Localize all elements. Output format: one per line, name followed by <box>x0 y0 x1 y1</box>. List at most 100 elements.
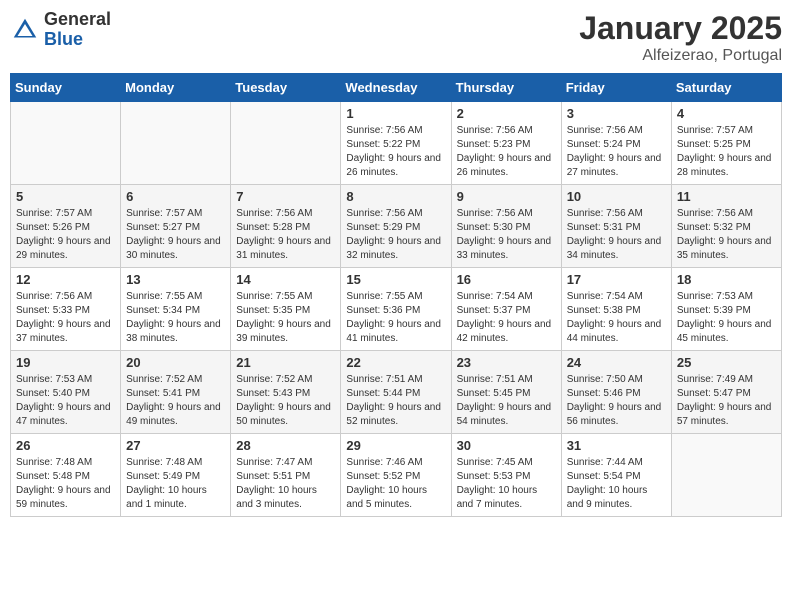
day-number: 29 <box>346 438 445 453</box>
day-info: Sunrise: 7:53 AM Sunset: 5:40 PM Dayligh… <box>16 373 115 429</box>
logo: General Blue <box>10 10 111 50</box>
calendar-cell <box>671 434 781 517</box>
logo-icon <box>10 15 40 45</box>
day-info: Sunrise: 7:44 AM Sunset: 5:54 PM Dayligh… <box>567 456 666 512</box>
calendar-cell: 24Sunrise: 7:50 AM Sunset: 5:46 PM Dayli… <box>561 351 671 434</box>
calendar-cell: 1 Sunrise: 7:56 AM Sunset: 5:22 PM Daylig… <box>341 102 451 185</box>
calendar-cell: 25 Sunrise: 7:49 AM Sunset: 5:47 PM Dayli… <box>671 351 781 434</box>
day-number: 27 <box>126 438 225 453</box>
calendar-cell: 12 Sunrise: 7:56 AM Sunset: 5:33 PM Dayli… <box>11 268 121 351</box>
week-row-2: 5 Sunrise: 7:57 AM Sunset: 5:26 PM Daylig… <box>11 185 782 268</box>
day-number: 10 <box>567 189 666 204</box>
calendar-cell: 16 Sunrise: 7:54 AM Sunset: 5:37 PM Dayli… <box>451 268 561 351</box>
day-info: Sunrise: 7:56 AM Sunset: 5:33 PM Dayligh… <box>16 290 115 346</box>
day-info: Sunrise: 7:55 AM Sunset: 5:34 PM Dayligh… <box>126 290 225 346</box>
day-info: Sunrise: 7:54 AM Sunset: 5:37 PM Dayligh… <box>457 290 556 346</box>
calendar-cell: 7Sunrise: 7:56 AM Sunset: 5:28 PM Daylig… <box>231 185 341 268</box>
day-number: 31 <box>567 438 666 453</box>
week-row-4: 19 Sunrise: 7:53 AM Sunset: 5:40 PM Dayli… <box>11 351 782 434</box>
day-number: 2 <box>457 106 556 121</box>
header-saturday: Saturday <box>671 74 781 102</box>
day-info: Sunrise: 7:52 AM Sunset: 5:43 PM Dayligh… <box>236 373 335 429</box>
day-info: Sunrise: 7:56 AM Sunset: 5:22 PM Dayligh… <box>346 124 445 180</box>
header-tuesday: Tuesday <box>231 74 341 102</box>
day-info: Sunrise: 7:56 AM Sunset: 5:31 PM Dayligh… <box>567 207 666 263</box>
day-info: Sunrise: 7:54 AM Sunset: 5:38 PM Dayligh… <box>567 290 666 346</box>
calendar-cell: 22 Sunrise: 7:51 AM Sunset: 5:44 PM Dayli… <box>341 351 451 434</box>
calendar-cell: 3Sunrise: 7:56 AM Sunset: 5:24 PM Daylig… <box>561 102 671 185</box>
day-info: Sunrise: 7:47 AM Sunset: 5:51 PM Dayligh… <box>236 456 335 512</box>
calendar-cell: 8 Sunrise: 7:56 AM Sunset: 5:29 PM Daylig… <box>341 185 451 268</box>
week-row-3: 12 Sunrise: 7:56 AM Sunset: 5:33 PM Dayli… <box>11 268 782 351</box>
calendar-cell: 17 Sunrise: 7:54 AM Sunset: 5:38 PM Dayli… <box>561 268 671 351</box>
day-info: Sunrise: 7:56 AM Sunset: 5:28 PM Dayligh… <box>236 207 335 263</box>
calendar-cell: 31 Sunrise: 7:44 AM Sunset: 5:54 PM Dayli… <box>561 434 671 517</box>
day-number: 23 <box>457 355 556 370</box>
day-number: 28 <box>236 438 335 453</box>
day-info: Sunrise: 7:51 AM Sunset: 5:44 PM Dayligh… <box>346 373 445 429</box>
day-info: Sunrise: 7:55 AM Sunset: 5:35 PM Dayligh… <box>236 290 335 346</box>
calendar-cell: 27 Sunrise: 7:48 AM Sunset: 5:49 PM Dayli… <box>121 434 231 517</box>
calendar-cell: 29 Sunrise: 7:46 AM Sunset: 5:52 PM Dayli… <box>341 434 451 517</box>
logo-general: General <box>44 10 111 30</box>
day-number: 18 <box>677 272 776 287</box>
day-number: 4 <box>677 106 776 121</box>
day-number: 6 <box>126 189 225 204</box>
day-info: Sunrise: 7:49 AM Sunset: 5:47 PM Dayligh… <box>677 373 776 429</box>
header-friday: Friday <box>561 74 671 102</box>
day-number: 1 <box>346 106 445 121</box>
calendar-title: January 2025 <box>579 10 782 47</box>
day-number: 20 <box>126 355 225 370</box>
day-info: Sunrise: 7:56 AM Sunset: 5:29 PM Dayligh… <box>346 207 445 263</box>
calendar-cell: 11Sunrise: 7:56 AM Sunset: 5:32 PM Dayli… <box>671 185 781 268</box>
calendar-cell: 9 Sunrise: 7:56 AM Sunset: 5:30 PM Daylig… <box>451 185 561 268</box>
day-info: Sunrise: 7:48 AM Sunset: 5:49 PM Dayligh… <box>126 456 225 512</box>
day-info: Sunrise: 7:56 AM Sunset: 5:23 PM Dayligh… <box>457 124 556 180</box>
day-number: 22 <box>346 355 445 370</box>
day-number: 19 <box>16 355 115 370</box>
calendar-cell: 18 Sunrise: 7:53 AM Sunset: 5:39 PM Dayli… <box>671 268 781 351</box>
day-number: 26 <box>16 438 115 453</box>
calendar-cell: 23 Sunrise: 7:51 AM Sunset: 5:45 PM Dayli… <box>451 351 561 434</box>
header-sunday: Sunday <box>11 74 121 102</box>
calendar-cell: 2 Sunrise: 7:56 AM Sunset: 5:23 PM Daylig… <box>451 102 561 185</box>
day-number: 5 <box>16 189 115 204</box>
day-info: Sunrise: 7:50 AM Sunset: 5:46 PM Dayligh… <box>567 373 666 429</box>
day-info: Sunrise: 7:45 AM Sunset: 5:53 PM Dayligh… <box>457 456 556 512</box>
week-row-5: 26Sunrise: 7:48 AM Sunset: 5:48 PM Dayli… <box>11 434 782 517</box>
calendar-cell: 26Sunrise: 7:48 AM Sunset: 5:48 PM Dayli… <box>11 434 121 517</box>
day-info: Sunrise: 7:55 AM Sunset: 5:36 PM Dayligh… <box>346 290 445 346</box>
day-number: 25 <box>677 355 776 370</box>
day-number: 15 <box>346 272 445 287</box>
day-number: 30 <box>457 438 556 453</box>
title-block: January 2025 Alfeizerao, Portugal <box>579 10 782 65</box>
calendar-cell: 14Sunrise: 7:55 AM Sunset: 5:35 PM Dayli… <box>231 268 341 351</box>
day-info: Sunrise: 7:56 AM Sunset: 5:30 PM Dayligh… <box>457 207 556 263</box>
day-info: Sunrise: 7:57 AM Sunset: 5:25 PM Dayligh… <box>677 124 776 180</box>
calendar-cell: 4 Sunrise: 7:57 AM Sunset: 5:25 PM Daylig… <box>671 102 781 185</box>
day-number: 8 <box>346 189 445 204</box>
day-info: Sunrise: 7:46 AM Sunset: 5:52 PM Dayligh… <box>346 456 445 512</box>
calendar-cell: 10 Sunrise: 7:56 AM Sunset: 5:31 PM Dayli… <box>561 185 671 268</box>
day-info: Sunrise: 7:51 AM Sunset: 5:45 PM Dayligh… <box>457 373 556 429</box>
calendar-cell <box>121 102 231 185</box>
day-info: Sunrise: 7:57 AM Sunset: 5:26 PM Dayligh… <box>16 207 115 263</box>
logo-blue: Blue <box>44 30 111 50</box>
day-info: Sunrise: 7:52 AM Sunset: 5:41 PM Dayligh… <box>126 373 225 429</box>
calendar-cell: 13 Sunrise: 7:55 AM Sunset: 5:34 PM Dayli… <box>121 268 231 351</box>
calendar-header-row: SundayMondayTuesdayWednesdayThursdayFrid… <box>11 74 782 102</box>
day-number: 9 <box>457 189 556 204</box>
calendar-cell: 28 Sunrise: 7:47 AM Sunset: 5:51 PM Dayli… <box>231 434 341 517</box>
week-row-1: 1 Sunrise: 7:56 AM Sunset: 5:22 PM Daylig… <box>11 102 782 185</box>
calendar-cell: 5 Sunrise: 7:57 AM Sunset: 5:26 PM Daylig… <box>11 185 121 268</box>
header-thursday: Thursday <box>451 74 561 102</box>
day-info: Sunrise: 7:53 AM Sunset: 5:39 PM Dayligh… <box>677 290 776 346</box>
day-number: 17 <box>567 272 666 287</box>
day-number: 12 <box>16 272 115 287</box>
day-number: 13 <box>126 272 225 287</box>
page-header: General Blue January 2025 Alfeizerao, Po… <box>10 10 782 65</box>
day-number: 16 <box>457 272 556 287</box>
day-number: 3 <box>567 106 666 121</box>
calendar-table: SundayMondayTuesdayWednesdayThursdayFrid… <box>10 73 782 517</box>
header-wednesday: Wednesday <box>341 74 451 102</box>
